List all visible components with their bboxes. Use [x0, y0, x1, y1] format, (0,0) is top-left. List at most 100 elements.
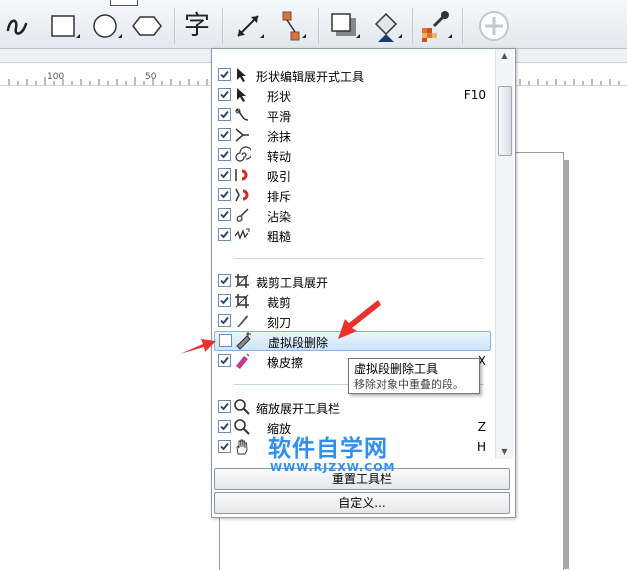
menu-item-twirl[interactable]: 转动 — [212, 145, 494, 165]
checkbox[interactable] — [218, 294, 231, 307]
menu-item-label: 转动 — [267, 150, 292, 164]
menu-item-label: 刻刀 — [267, 316, 292, 330]
shape-tool-icon — [233, 86, 251, 104]
watermark: 软件自学网 WWW.RJZXW.COM — [268, 436, 428, 474]
menu-item-label: 缩放 — [267, 422, 292, 436]
menu-item-label: 沾染 — [267, 210, 292, 224]
menu-item-label: 粗糙 — [267, 230, 292, 244]
check-icon — [220, 210, 229, 219]
menu-item-repel[interactable]: 排斥 — [212, 185, 494, 205]
menu-item-crop[interactable]: 裁剪 — [212, 291, 494, 311]
tooltip-description: 移除对象中重叠的段。 — [354, 378, 464, 391]
section-header-zoom[interactable]: 缩放展开工具栏 — [212, 397, 494, 417]
rectangle-icon — [51, 15, 80, 38]
connector-icon — [282, 11, 306, 41]
menu-item-zoom[interactable]: 缩放 Z — [212, 417, 494, 437]
menu-item-label: 形状 — [267, 90, 292, 104]
scroll-down-arrow[interactable]: ▼ — [496, 445, 513, 459]
checkbox[interactable] — [218, 314, 231, 327]
toolbar-separator — [462, 8, 463, 44]
repel-icon — [233, 186, 251, 204]
ruler-label: 50 — [145, 72, 157, 82]
menu-item-label: 裁剪工具展开 — [256, 276, 329, 290]
ruler-label: 100 — [47, 72, 65, 82]
attract-icon — [233, 166, 251, 184]
smear-icon — [233, 126, 251, 144]
connector-tool-button[interactable] — [272, 8, 308, 44]
freehand-tool-button[interactable] — [2, 8, 38, 44]
menu-item-smear[interactable]: 涂抹 — [212, 125, 494, 145]
add-tool-button[interactable] — [476, 8, 512, 44]
menu-item-attract[interactable]: 吸引 — [212, 165, 494, 185]
menu-item-label: 虚拟段删除 — [268, 336, 329, 350]
menu-scrollbar[interactable]: ▲ ▼ — [495, 49, 513, 459]
check-icon — [220, 276, 229, 285]
text-icon: 字 — [184, 11, 211, 41]
menu-item-roughen[interactable]: 粗糙 — [212, 225, 494, 245]
checkbox[interactable] — [218, 228, 231, 241]
crop-icon — [233, 272, 251, 290]
menu-item-smudge[interactable]: 沾染 — [212, 205, 494, 225]
checkbox[interactable] — [218, 274, 231, 287]
tool-visibility-list: 形状编辑展开式工具 形状 F10 平滑 涂抹 转动 吸引 排斥 沾染 粗糙 裁剪… — [212, 49, 494, 459]
fill-tool-button[interactable] — [368, 8, 404, 44]
twirl-icon — [233, 146, 251, 164]
dimension-icon — [237, 15, 264, 38]
menu-item-knife[interactable]: 刻刀 — [212, 311, 494, 331]
menu-divider — [234, 258, 484, 259]
checkbox[interactable] — [218, 88, 231, 101]
tooltip: 虚拟段删除工具 移除对象中重叠的段。 — [348, 358, 480, 394]
menu-item-label: 涂抹 — [267, 130, 292, 144]
menu-item-virtual-segment-delete[interactable]: 虚拟段删除 — [214, 331, 491, 351]
section-header-crop[interactable]: 裁剪工具展开 — [212, 271, 494, 291]
hand-icon — [233, 438, 251, 456]
menu-item-label: 排斥 — [267, 190, 292, 204]
check-icon — [220, 296, 229, 305]
checkbox[interactable] — [218, 400, 231, 413]
eraser-icon — [233, 352, 251, 370]
freehand-icon — [6, 19, 28, 35]
toolbar-flyout-strip — [110, 0, 138, 6]
scrollbar-thumb[interactable] — [498, 86, 512, 156]
check-icon — [220, 230, 229, 239]
main-toolbar: 字 — [0, 0, 627, 49]
zoom-icon — [233, 418, 251, 436]
polygon-tool-button[interactable] — [130, 8, 166, 44]
menu-item-smooth[interactable]: 平滑 — [212, 105, 494, 125]
menu-item-shape[interactable]: 形状 F10 — [212, 85, 494, 105]
ellipse-icon — [93, 14, 122, 38]
check-icon — [220, 442, 229, 451]
checkbox[interactable] — [218, 440, 231, 453]
customize-button[interactable]: 自定义... — [214, 492, 510, 514]
checkbox[interactable] — [218, 68, 231, 81]
checkbox[interactable] — [218, 188, 231, 201]
checkbox[interactable] — [218, 108, 231, 121]
check-icon — [220, 356, 229, 365]
drop-shadow-tool-button[interactable] — [326, 8, 362, 44]
checkbox[interactable] — [218, 420, 231, 433]
tooltip-title: 虚拟段删除工具 — [354, 362, 439, 376]
check-icon — [220, 170, 229, 179]
text-tool-button[interactable]: 字 — [184, 11, 210, 41]
toolbar-separator — [174, 8, 175, 44]
smudge-icon — [233, 206, 251, 224]
checkbox-unchecked[interactable] — [219, 334, 232, 347]
virtual-segment-delete-icon — [234, 332, 252, 350]
check-icon — [220, 402, 229, 411]
section-header-shape-edit[interactable]: 形状编辑展开式工具 — [212, 65, 494, 85]
scroll-up-arrow[interactable]: ▲ — [496, 49, 513, 63]
watermark-text: 软件自学网 — [268, 436, 388, 462]
menu-item-shortcut: F10 — [463, 88, 486, 102]
checkbox[interactable] — [218, 128, 231, 141]
drop-shadow-icon — [331, 13, 360, 38]
ellipse-tool-button[interactable] — [88, 8, 124, 44]
eyedropper-tool-button[interactable] — [418, 8, 454, 44]
toolbar-separator — [318, 8, 319, 44]
checkbox[interactable] — [218, 148, 231, 161]
checkbox[interactable] — [218, 354, 231, 367]
rectangle-tool-button[interactable] — [46, 8, 82, 44]
dimension-tool-button[interactable] — [230, 8, 266, 44]
checkbox[interactable] — [218, 168, 231, 181]
checkbox[interactable] — [218, 208, 231, 221]
check-icon — [220, 130, 229, 139]
